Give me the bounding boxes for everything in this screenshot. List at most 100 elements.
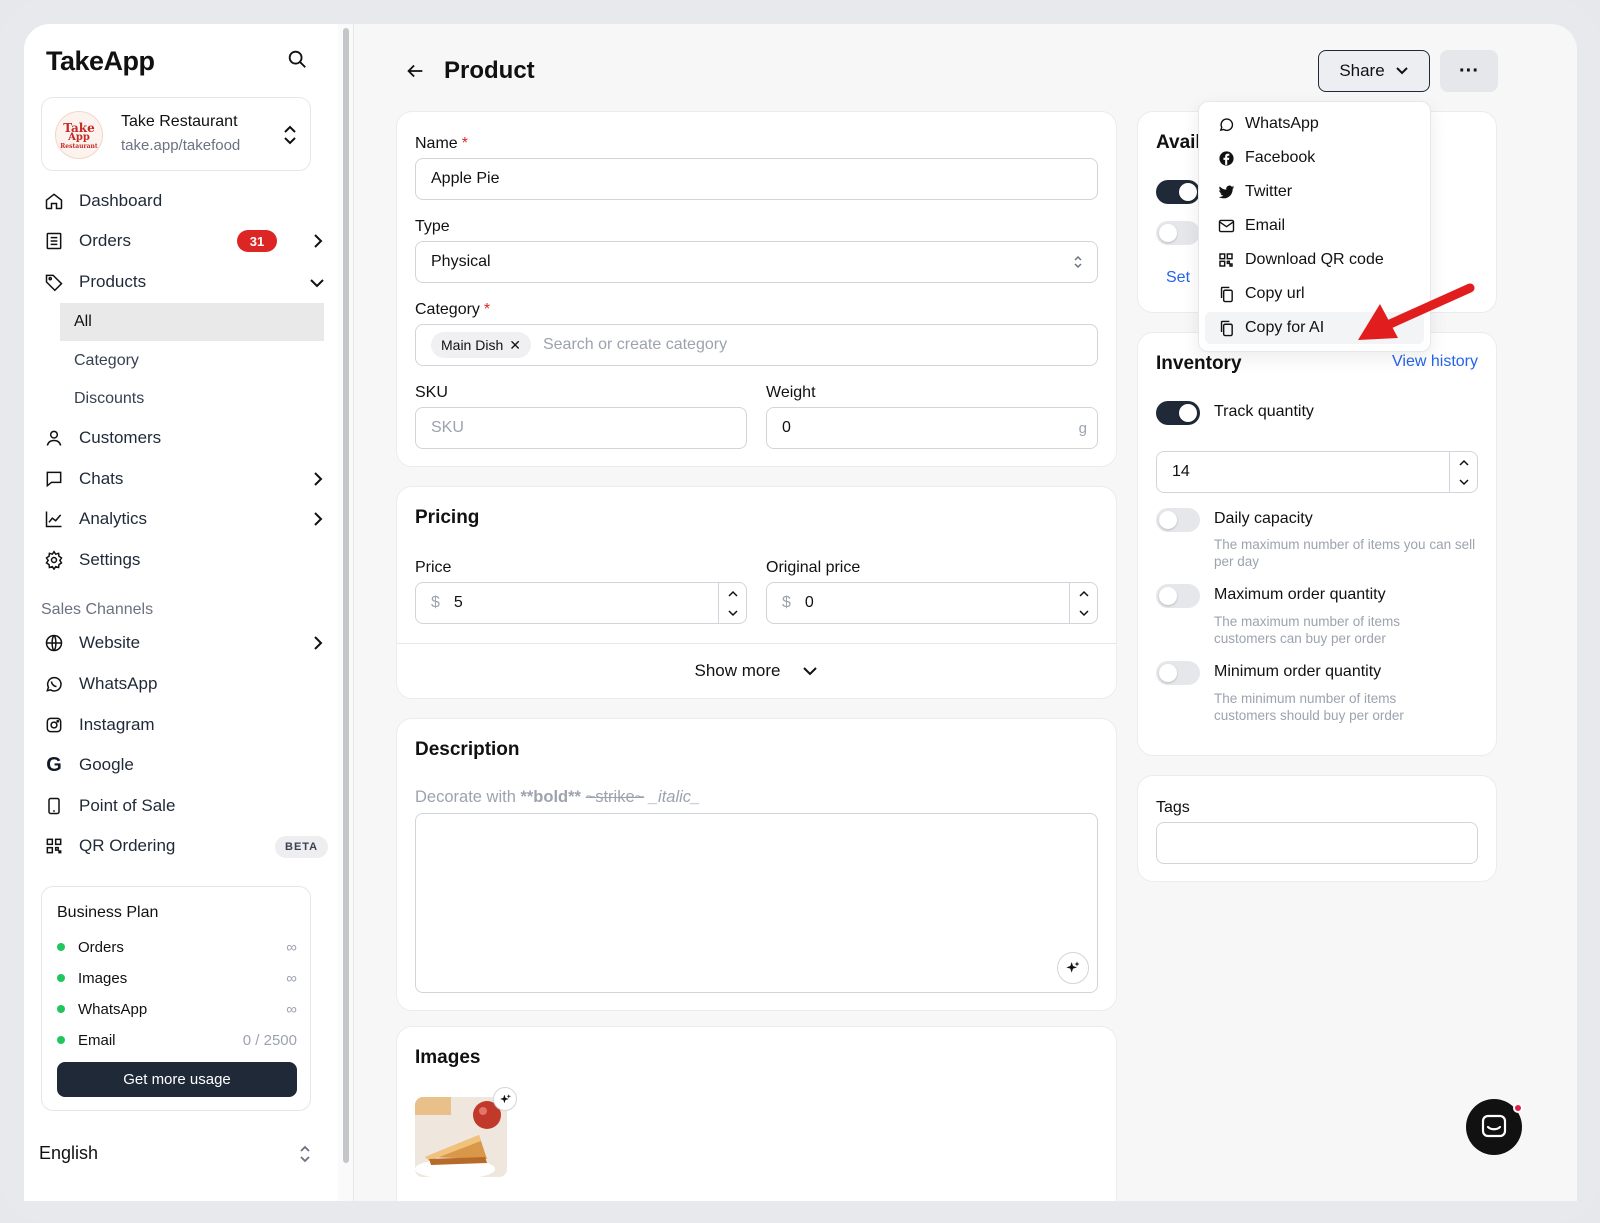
product-details-card: Name * Apple Pie Type Physical Category * … xyxy=(396,111,1117,467)
share-download-qr-item[interactable]: Download QR code xyxy=(1205,244,1424,276)
sidebar-scrollbar[interactable] xyxy=(338,24,354,1201)
nav-products[interactable]: Products xyxy=(41,264,329,300)
chevron-down-icon[interactable] xyxy=(1458,477,1470,487)
app-logo[interactable]: TakeApp xyxy=(46,46,155,77)
min-order-quantity-description: The minimum number of items customers sh… xyxy=(1214,691,1404,723)
track-quantity-toggle[interactable] xyxy=(1156,401,1200,425)
tags-card: Tags xyxy=(1137,775,1497,882)
chevron-up-down-icon xyxy=(1074,255,1082,269)
google-icon: G xyxy=(46,753,62,776)
chevron-down-icon xyxy=(803,667,818,676)
qr-code-icon xyxy=(43,835,65,857)
more-options-button[interactable]: ··· xyxy=(1440,50,1498,92)
show-more-button[interactable]: Show more xyxy=(397,644,1116,698)
nav-analytics-label: Analytics xyxy=(79,509,148,528)
facebook-icon xyxy=(1217,149,1235,167)
chevron-down-icon[interactable] xyxy=(727,608,739,618)
chevron-up-icon[interactable] xyxy=(727,589,739,599)
share-facebook-item[interactable]: Facebook xyxy=(1205,142,1424,174)
chat-icon xyxy=(43,468,65,490)
min-order-quantity-toggle[interactable] xyxy=(1156,661,1200,685)
original-price-label: Original price xyxy=(766,559,861,576)
chevron-up-icon[interactable] xyxy=(1078,589,1090,599)
nav-pos-label: Point of Sale xyxy=(79,796,176,815)
nav-dashboard[interactable]: Dashboard xyxy=(41,183,329,219)
chevron-down-icon xyxy=(1395,67,1408,75)
subnav-discounts[interactable]: Discounts xyxy=(60,380,324,418)
product-image-thumbnail[interactable] xyxy=(415,1097,507,1177)
nav-orders[interactable]: Orders 31 xyxy=(41,223,329,259)
subnav-category[interactable]: Category xyxy=(60,342,324,380)
share-button[interactable]: Share xyxy=(1318,50,1430,92)
chevron-down-icon xyxy=(310,279,324,288)
nav-point-of-sale[interactable]: Point of Sale xyxy=(41,788,329,824)
description-textarea[interactable] xyxy=(415,813,1098,993)
original-price-stepper[interactable] xyxy=(1069,583,1097,623)
search-icon[interactable] xyxy=(286,48,308,70)
daily-capacity-description: The maximum number of items you can sell… xyxy=(1214,537,1476,569)
ai-sparkle-button[interactable] xyxy=(1057,952,1089,984)
instagram-icon xyxy=(43,714,65,736)
nav-instagram[interactable]: Instagram xyxy=(41,707,329,743)
price-stepper[interactable] xyxy=(718,583,746,623)
quantity-stepper[interactable] xyxy=(1449,452,1477,492)
nav-google-label: Google xyxy=(79,755,134,774)
sidebar: TakeApp Take App Restaurant Take Restaur… xyxy=(24,24,338,1201)
chevron-right-icon xyxy=(314,472,323,486)
formatting-hint: Decorate with **bold** ~strike~ _italic_ xyxy=(415,788,701,806)
category-chip[interactable]: Main Dish ✕ xyxy=(431,332,531,358)
pricing-card: Pricing Price $ 5 Original price $ 0 Sho… xyxy=(396,486,1117,699)
back-arrow-icon[interactable] xyxy=(404,60,426,82)
get-more-usage-button[interactable]: Get more usage xyxy=(57,1062,297,1097)
nav-website[interactable]: Website xyxy=(41,625,329,661)
type-select[interactable]: Physical xyxy=(415,241,1098,283)
nav-chats[interactable]: Chats xyxy=(41,461,329,497)
annotation-arrow-icon xyxy=(1358,283,1475,340)
quantity-input[interactable]: 14 xyxy=(1156,451,1478,493)
share-twitter-item[interactable]: Twitter xyxy=(1205,176,1424,208)
language-select[interactable]: English xyxy=(39,1143,98,1164)
track-quantity-label: Track quantity xyxy=(1214,403,1314,420)
set-link[interactable]: Set xyxy=(1166,269,1190,287)
plan-row: WhatsApp ∞ xyxy=(57,998,297,1020)
weight-input[interactable]: 0 g xyxy=(766,407,1098,449)
chevron-up-icon[interactable] xyxy=(1458,458,1470,468)
globe-icon xyxy=(43,632,65,654)
close-icon[interactable]: ✕ xyxy=(509,337,521,354)
copy-icon xyxy=(1217,319,1235,337)
store-switcher[interactable]: Take App Restaurant Take Restaurant take… xyxy=(41,97,311,171)
nav-analytics[interactable]: Analytics xyxy=(41,501,329,537)
daily-capacity-label: Daily capacity xyxy=(1214,510,1313,527)
nav-qr-ordering[interactable]: QR Ordering BETA xyxy=(41,828,329,864)
page-title: Product xyxy=(444,57,535,84)
nav-settings[interactable]: Settings xyxy=(41,542,329,578)
nav-customers[interactable]: Customers xyxy=(41,420,329,456)
nav-google[interactable]: G Google xyxy=(41,747,329,783)
chevron-up-down-icon xyxy=(284,125,296,145)
chevron-down-icon[interactable] xyxy=(1078,608,1090,618)
availability-toggle-secondary[interactable] xyxy=(1156,221,1200,245)
ai-enhance-image-button[interactable] xyxy=(493,1087,517,1111)
images-card: Images xyxy=(396,1026,1117,1201)
nav-orders-label: Orders xyxy=(79,231,131,250)
category-input[interactable]: Main Dish ✕ Search or create category xyxy=(415,324,1098,366)
name-input[interactable]: Apple Pie xyxy=(415,158,1098,200)
availability-toggle[interactable] xyxy=(1156,180,1200,204)
view-history-link[interactable]: View history xyxy=(1392,353,1478,371)
share-email-item[interactable]: Email xyxy=(1205,210,1424,242)
whatsapp-icon xyxy=(43,673,65,695)
max-order-quantity-toggle[interactable] xyxy=(1156,584,1200,608)
price-input[interactable]: $ 5 xyxy=(415,582,747,624)
original-price-input[interactable]: $ 0 xyxy=(766,582,1098,624)
scrollbar-thumb[interactable] xyxy=(343,28,349,1163)
app-screen: TakeApp Take App Restaurant Take Restaur… xyxy=(24,24,1577,1201)
nav-whatsapp[interactable]: WhatsApp xyxy=(41,666,329,702)
sku-input[interactable]: SKU xyxy=(415,407,747,449)
daily-capacity-toggle[interactable] xyxy=(1156,508,1200,532)
share-whatsapp-item[interactable]: WhatsApp xyxy=(1205,108,1424,140)
nav-website-label: Website xyxy=(79,633,141,652)
weight-unit: g xyxy=(1078,419,1087,437)
subnav-all[interactable]: All xyxy=(60,303,324,341)
chevron-up-down-icon[interactable] xyxy=(298,1144,312,1164)
tags-input[interactable] xyxy=(1156,822,1478,864)
